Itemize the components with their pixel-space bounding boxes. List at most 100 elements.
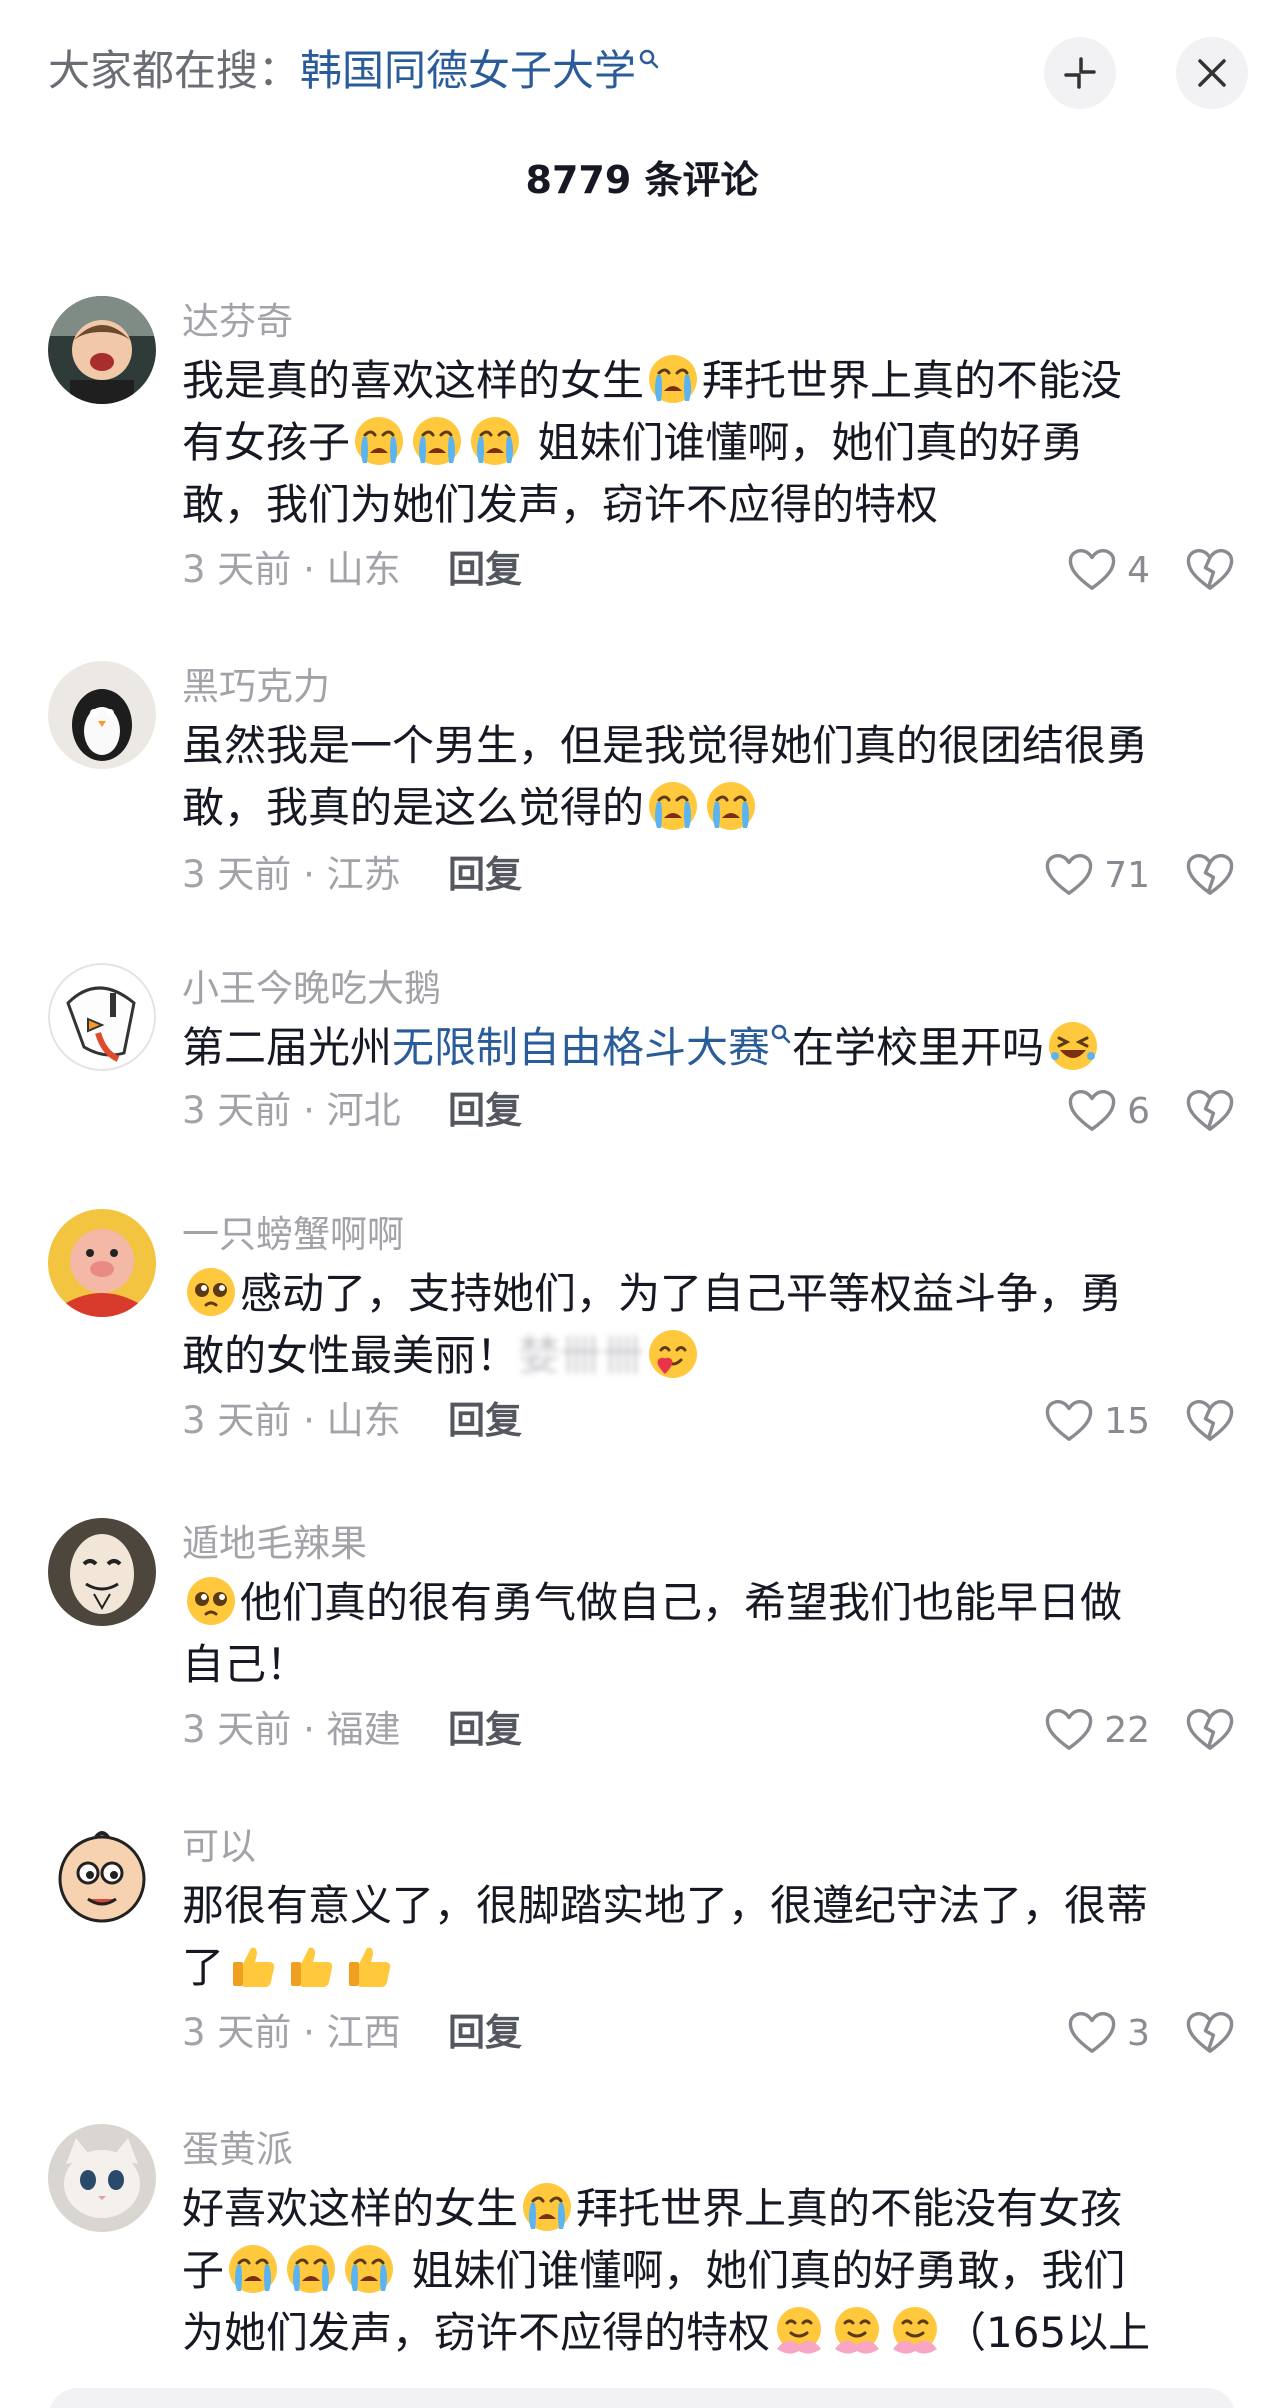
- broken-heart-icon: [1185, 1707, 1235, 1753]
- pleading-emoji-icon: [185, 1266, 237, 1318]
- like-button[interactable]: 4: [1030, 540, 1150, 600]
- avatar[interactable]: [48, 1821, 156, 1929]
- comment-text-segment: 那很有意义了，很脚踏实地了，很遵纪守法了，很蒂: [182, 1881, 1149, 1930]
- comment-username[interactable]: 蛋黄派: [182, 2124, 293, 2176]
- crying-emoji-icon: [353, 415, 405, 467]
- avatar-image: [48, 1821, 156, 1929]
- broken-heart-icon: [1185, 1398, 1235, 1444]
- pleading-emoji-icon: [185, 1575, 237, 1627]
- reply-button[interactable]: 回复: [448, 2007, 522, 2059]
- avatar[interactable]: [48, 963, 156, 1071]
- search-keyword-text: 无限制自由格斗大赛: [392, 1023, 771, 1072]
- dislike-button[interactable]: [1184, 1391, 1236, 1451]
- comment-text: 好喜欢这样的女生 拜托世界上真的不能没有女孩 子 姐妹们谁懂啊，她们真的好勇敢，我…: [182, 2178, 1222, 2364]
- crying-emoji-icon: [411, 415, 463, 467]
- heart-outline-icon: [1044, 1707, 1094, 1753]
- avatar-image: [48, 1209, 156, 1317]
- hot-search-keyword-text: 韩国同德女子大学: [300, 46, 637, 95]
- hot-search-prefix: 大家都在搜：: [48, 46, 301, 95]
- comment-text: 他们真的很有勇气做自己，希望我们也能早日做 自己！: [182, 1572, 1222, 1696]
- avatar[interactable]: [48, 661, 156, 769]
- dislike-button[interactable]: [1184, 845, 1236, 905]
- comment-username[interactable]: 可以: [182, 1821, 256, 1873]
- broken-heart-icon: [1185, 1088, 1235, 1134]
- crying-emoji-icon: [227, 2243, 279, 2295]
- dislike-button[interactable]: [1184, 1700, 1236, 1760]
- avatar[interactable]: [48, 2124, 156, 2232]
- comment-item: 达芬奇 我是真的喜欢这样的女生 拜托世界上真的不能没 有女孩子 姐妹们谁懂啊，她们…: [0, 296, 1284, 616]
- comment-username[interactable]: 达芬奇: [182, 296, 293, 348]
- search-keyword-link[interactable]: 无限制自由格斗大赛: [392, 1023, 792, 1072]
- dislike-button[interactable]: [1184, 540, 1236, 600]
- comment-meta: 3 天前 · 江西: [182, 2011, 401, 2054]
- avatar[interactable]: [48, 296, 156, 404]
- comment-item: 遁地毛辣果 他们真的很有勇气做自己，希望我们也能早日做 自己！ 3 天前 · 福…: [0, 1518, 1284, 1768]
- comment-text-segment: 敢的女性最美丽！: [182, 1331, 519, 1380]
- like-button[interactable]: 71: [1030, 845, 1150, 905]
- comment-text-segment: 姐妹们谁懂啊，她们真的好勇: [524, 418, 1084, 467]
- hugging-emoji-icon: [889, 2305, 941, 2357]
- collapse-icon: [1064, 57, 1096, 89]
- reply-button[interactable]: 回复: [448, 1395, 522, 1447]
- hot-search-keyword[interactable]: 韩国同德女子大学: [300, 46, 660, 95]
- crying-emoji-icon: [705, 780, 757, 832]
- comment-text: 我是真的喜欢这样的女生 拜托世界上真的不能没 有女孩子 姐妹们谁懂啊，她们真的好勇…: [182, 350, 1222, 536]
- comment-username[interactable]: 黑巧克力: [182, 661, 330, 713]
- collapse-button[interactable]: [1044, 37, 1116, 109]
- heart-face-emoji-icon: [647, 1328, 699, 1380]
- laughing-emoji-icon: [1047, 1020, 1099, 1072]
- dislike-button[interactable]: [1184, 2003, 1236, 2063]
- comments-header: 大家都在搜：韩国同德女子大学: [0, 0, 1284, 150]
- reply-button[interactable]: 回复: [448, 1704, 522, 1756]
- heart-outline-icon: [1044, 1398, 1094, 1444]
- crying-emoji-icon: [469, 415, 521, 467]
- broken-heart-icon: [1185, 2010, 1235, 2056]
- comment-meta: 3 天前 · 山东: [182, 548, 401, 591]
- reply-button[interactable]: 回复: [448, 849, 522, 901]
- comment-text-segment: 敢，我真的是这么觉得的: [182, 783, 645, 832]
- like-button[interactable]: 15: [1030, 1391, 1150, 1451]
- crying-emoji-icon: [521, 2181, 573, 2233]
- comment-meta: 3 天前 · 河北: [182, 1089, 401, 1132]
- comment-item: 黑巧克力 虽然我是一个男生，但是我觉得她们真的很团结很勇 敢，我真的是这么觉得的…: [0, 661, 1284, 911]
- like-count: 3: [1127, 2012, 1150, 2054]
- heart-outline-icon: [1067, 2010, 1117, 2056]
- reply-button[interactable]: 回复: [448, 1085, 522, 1137]
- avatar[interactable]: [48, 1518, 156, 1626]
- avatar-image: [48, 2124, 156, 2232]
- comment-username[interactable]: 遁地毛辣果: [182, 1518, 367, 1570]
- comment-text-segment: 感动了，支持她们，为了自己平等权益斗争，勇: [240, 1269, 1123, 1318]
- comment-text-segment: 有女孩子: [182, 418, 351, 467]
- hot-search-bar[interactable]: 大家都在搜：韩国同德女子大学: [48, 40, 660, 102]
- thumbs-up-emoji-icon: [285, 1940, 337, 1992]
- comment-text: 虽然我是一个男生，但是我觉得她们真的很团结很勇 敢，我真的是这么觉得的: [182, 715, 1222, 839]
- comment-username[interactable]: 小王今晚吃大鹅: [182, 963, 441, 1015]
- comment-item: 蛋黄派 好喜欢这样的女生 拜托世界上真的不能没有女孩 子 姐妹们谁懂啊，她们真的好…: [0, 2124, 1284, 2408]
- crying-emoji-icon: [285, 2243, 337, 2295]
- comment-text-segment: 第二届光州: [182, 1023, 393, 1072]
- comment-text-segment: 好喜欢这样的女生: [182, 2184, 519, 2233]
- search-icon: [771, 1024, 791, 1044]
- hugging-emoji-icon: [773, 2305, 825, 2357]
- like-button[interactable]: 3: [1030, 2003, 1150, 2063]
- comment-text-segment: 了: [182, 1943, 225, 1992]
- thumbs-up-emoji-icon: [227, 1940, 279, 1992]
- comment-text: 感动了，支持她们，为了自己平等权益斗争，勇 敢的女性最美丽！婪卌卌: [182, 1263, 1222, 1387]
- comment-username[interactable]: 一只螃蟹啊啊: [182, 1209, 404, 1261]
- comment-input-bar[interactable]: [48, 2388, 1236, 2408]
- like-count: 4: [1127, 549, 1150, 591]
- like-button[interactable]: 6: [1030, 1081, 1150, 1141]
- comment-item: 一只螃蟹啊啊 感动了，支持她们，为了自己平等权益斗争，勇 敢的女性最美丽！婪卌卌…: [0, 1209, 1284, 1459]
- search-icon: [639, 49, 659, 69]
- blurred-text: 婪卌卌: [518, 1331, 645, 1380]
- heart-outline-icon: [1067, 1088, 1117, 1134]
- thumbs-up-emoji-icon: [343, 1940, 395, 1992]
- reply-button[interactable]: 回复: [448, 544, 522, 596]
- dislike-button[interactable]: [1184, 1081, 1236, 1141]
- crying-emoji-icon: [647, 780, 699, 832]
- comment-text-segment: 拜托世界上真的不能没有女孩: [576, 2184, 1123, 2233]
- close-button[interactable]: [1176, 37, 1248, 109]
- avatar[interactable]: [48, 1209, 156, 1317]
- comment-text-segment: 为她们发声，窃许不应得的特权: [182, 2308, 771, 2357]
- like-button[interactable]: 22: [1030, 1700, 1150, 1760]
